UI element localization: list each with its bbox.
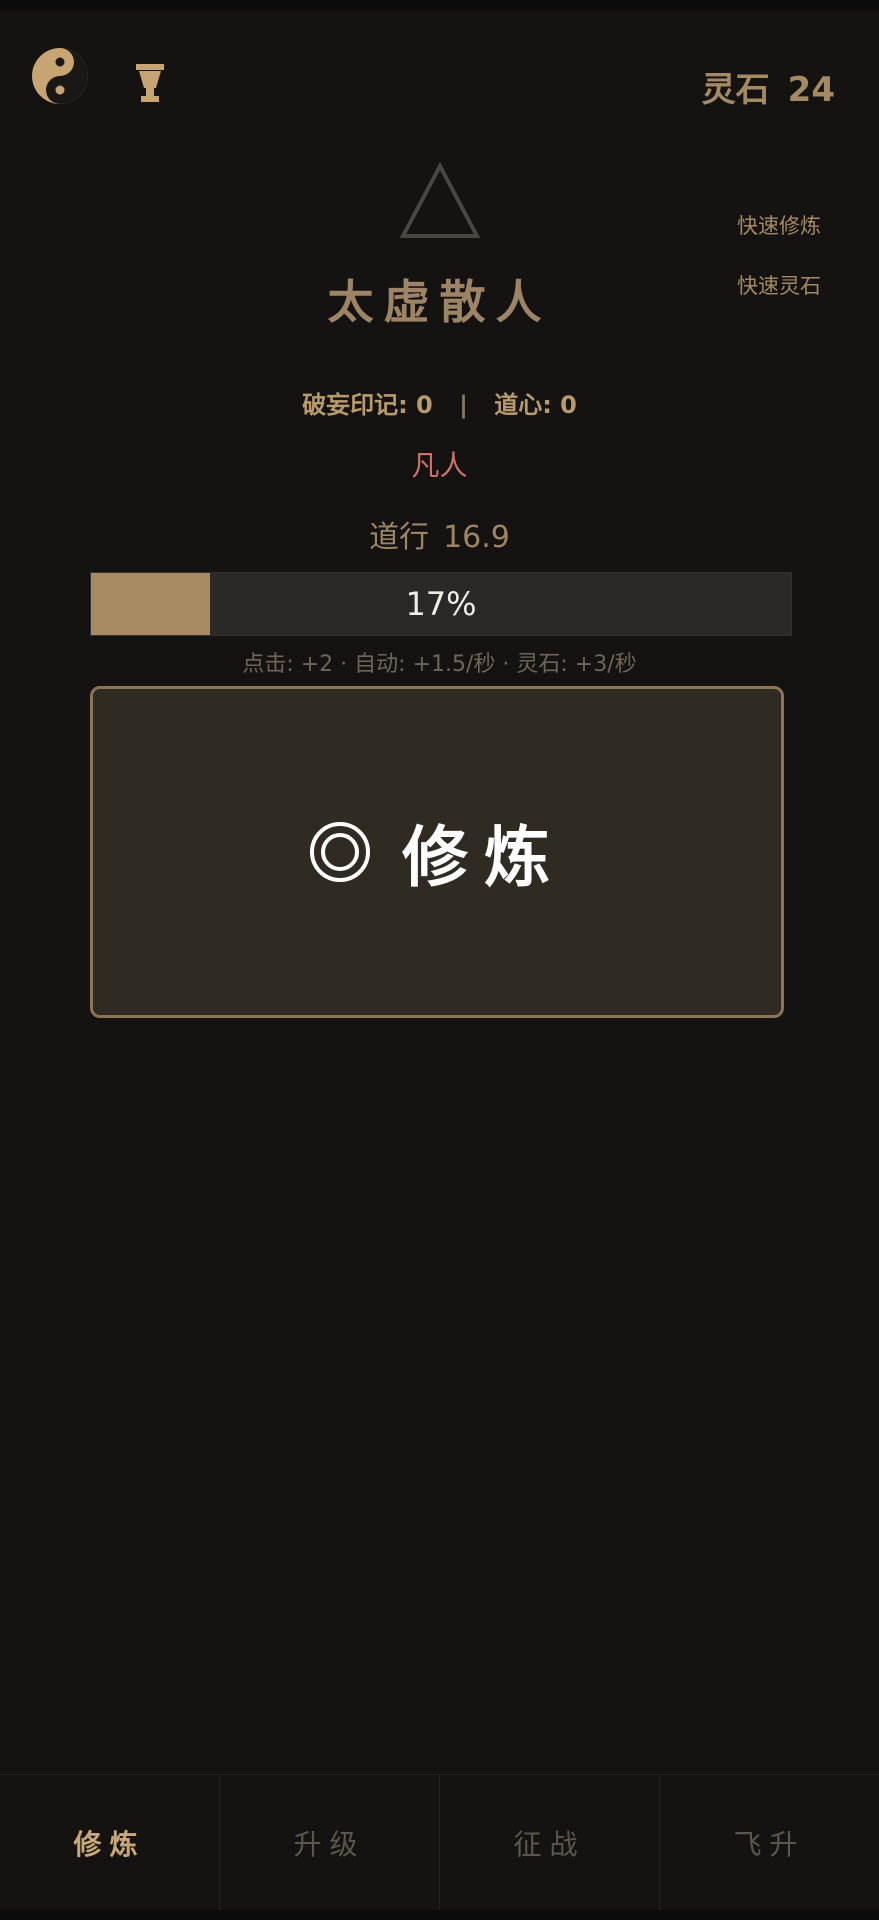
breaking-marks: 破妄印记: 0 (302, 391, 433, 419)
target-ring-icon (310, 822, 370, 882)
cultivation-progress-bar: 17% (90, 572, 792, 636)
progress-label: 17% (405, 585, 477, 623)
trophy-icon[interactable] (136, 64, 164, 102)
realm-triangle-icon (399, 161, 481, 238)
cultivate-button-label: 修炼 (402, 819, 566, 896)
tab-upgrade[interactable]: 升级 (219, 1775, 439, 1911)
tab-ascend[interactable]: 飞升 (659, 1775, 879, 1911)
spirit-stones-label: 灵石 (701, 70, 770, 110)
quick-cultivate-link[interactable]: 快速修炼 (737, 210, 821, 240)
spirit-stones-counter: 灵石 24 (702, 62, 835, 111)
stats-separator: | (459, 391, 468, 419)
realm-label: 凡人 (411, 449, 468, 482)
bottom-strip (0, 1910, 879, 1920)
player-title: 太虚散人 (327, 275, 552, 329)
daoxing-value: 16.9 (443, 520, 510, 555)
tab-cultivate[interactable]: 修炼 (0, 1775, 219, 1911)
tab-battle[interactable]: 征战 (439, 1775, 659, 1911)
status-strip (0, 0, 879, 10)
stats-row: 破妄印记: 0 | 道心: 0 (0, 385, 879, 420)
dao-heart: 道心: 0 (494, 391, 577, 419)
yin-yang-icon[interactable] (30, 46, 90, 106)
bottom-tab-bar: 修炼 升级 征战 飞升 (0, 1774, 879, 1911)
rates-info: 点击: +2 · 自动: +1.5/秒 · 灵石: +3/秒 (242, 652, 637, 677)
daoxing-display: 道行 16.9 (0, 512, 879, 556)
spirit-stones-value: 24 (787, 70, 835, 110)
daoxing-label: 道行 (369, 520, 430, 555)
cultivate-button[interactable]: 修炼 (90, 686, 784, 1018)
